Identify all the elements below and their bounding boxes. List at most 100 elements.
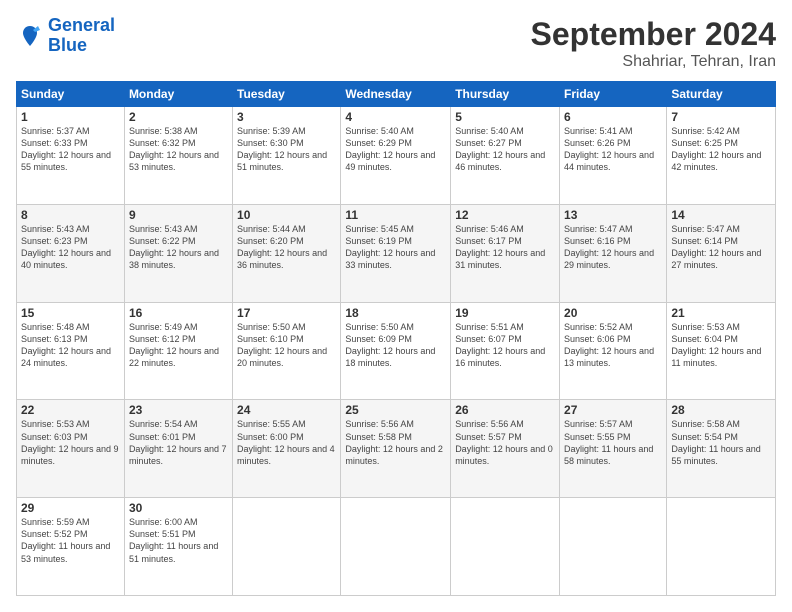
day-number: 25 [345,403,446,417]
calendar-cell: 6 Sunrise: 5:41 AMSunset: 6:26 PMDayligh… [560,107,667,205]
day-number: 3 [237,110,336,124]
day-info: Sunrise: 5:56 AMSunset: 5:58 PMDaylight:… [345,419,443,465]
day-info: Sunrise: 5:50 AMSunset: 6:09 PMDaylight:… [345,322,435,368]
calendar-cell: 14 Sunrise: 5:47 AMSunset: 6:14 PMDaylig… [667,204,776,302]
logo: General Blue [16,16,115,56]
day-info: Sunrise: 5:51 AMSunset: 6:07 PMDaylight:… [455,322,545,368]
day-number: 15 [21,306,120,320]
calendar-cell: 7 Sunrise: 5:42 AMSunset: 6:25 PMDayligh… [667,107,776,205]
calendar-cell [341,498,451,596]
day-info: Sunrise: 5:57 AMSunset: 5:55 PMDaylight:… [564,419,653,465]
day-info: Sunrise: 5:43 AMSunset: 6:23 PMDaylight:… [21,224,111,270]
day-info: Sunrise: 5:37 AMSunset: 6:33 PMDaylight:… [21,126,111,172]
day-number: 22 [21,403,120,417]
calendar-cell: 3 Sunrise: 5:39 AMSunset: 6:30 PMDayligh… [233,107,341,205]
calendar-cell: 2 Sunrise: 5:38 AMSunset: 6:32 PMDayligh… [124,107,232,205]
calendar-cell: 18 Sunrise: 5:50 AMSunset: 6:09 PMDaylig… [341,302,451,400]
day-info: Sunrise: 5:43 AMSunset: 6:22 PMDaylight:… [129,224,219,270]
day-number: 4 [345,110,446,124]
day-info: Sunrise: 5:55 AMSunset: 6:00 PMDaylight:… [237,419,335,465]
day-number: 29 [21,501,120,515]
day-number: 24 [237,403,336,417]
day-number: 6 [564,110,662,124]
calendar-cell: 9 Sunrise: 5:43 AMSunset: 6:22 PMDayligh… [124,204,232,302]
col-sunday: Sunday [17,82,125,107]
day-number: 18 [345,306,446,320]
logo-text: General Blue [48,16,115,56]
calendar-cell: 26 Sunrise: 5:56 AMSunset: 5:57 PMDaylig… [451,400,560,498]
week-row: 22 Sunrise: 5:53 AMSunset: 6:03 PMDaylig… [17,400,776,498]
calendar-cell: 29 Sunrise: 5:59 AMSunset: 5:52 PMDaylig… [17,498,125,596]
calendar-cell: 17 Sunrise: 5:50 AMSunset: 6:10 PMDaylig… [233,302,341,400]
calendar-cell [233,498,341,596]
week-row: 1 Sunrise: 5:37 AMSunset: 6:33 PMDayligh… [17,107,776,205]
day-info: Sunrise: 6:00 AMSunset: 5:51 PMDaylight:… [129,517,218,563]
day-number: 23 [129,403,228,417]
day-number: 17 [237,306,336,320]
day-number: 5 [455,110,555,124]
column-header-row: Sunday Monday Tuesday Wednesday Thursday… [17,82,776,107]
calendar-table: Sunday Monday Tuesday Wednesday Thursday… [16,81,776,596]
day-number: 27 [564,403,662,417]
day-number: 19 [455,306,555,320]
col-monday: Monday [124,82,232,107]
day-number: 12 [455,208,555,222]
calendar-cell: 20 Sunrise: 5:52 AMSunset: 6:06 PMDaylig… [560,302,667,400]
day-info: Sunrise: 5:52 AMSunset: 6:06 PMDaylight:… [564,322,654,368]
day-info: Sunrise: 5:41 AMSunset: 6:26 PMDaylight:… [564,126,654,172]
calendar-cell: 12 Sunrise: 5:46 AMSunset: 6:17 PMDaylig… [451,204,560,302]
day-info: Sunrise: 5:56 AMSunset: 5:57 PMDaylight:… [455,419,553,465]
day-number: 28 [671,403,771,417]
day-info: Sunrise: 5:38 AMSunset: 6:32 PMDaylight:… [129,126,219,172]
col-tuesday: Tuesday [233,82,341,107]
day-info: Sunrise: 5:53 AMSunset: 6:03 PMDaylight:… [21,419,119,465]
day-info: Sunrise: 5:58 AMSunset: 5:54 PMDaylight:… [671,419,760,465]
day-info: Sunrise: 5:47 AMSunset: 6:14 PMDaylight:… [671,224,761,270]
calendar-cell [451,498,560,596]
day-info: Sunrise: 5:59 AMSunset: 5:52 PMDaylight:… [21,517,110,563]
col-saturday: Saturday [667,82,776,107]
calendar-cell: 30 Sunrise: 6:00 AMSunset: 5:51 PMDaylig… [124,498,232,596]
day-info: Sunrise: 5:45 AMSunset: 6:19 PMDaylight:… [345,224,435,270]
col-wednesday: Wednesday [341,82,451,107]
calendar-cell: 28 Sunrise: 5:58 AMSunset: 5:54 PMDaylig… [667,400,776,498]
calendar-cell: 1 Sunrise: 5:37 AMSunset: 6:33 PMDayligh… [17,107,125,205]
calendar-cell: 10 Sunrise: 5:44 AMSunset: 6:20 PMDaylig… [233,204,341,302]
day-number: 8 [21,208,120,222]
title-block: September 2024 Shahriar, Tehran, Iran [531,16,776,71]
calendar-cell: 15 Sunrise: 5:48 AMSunset: 6:13 PMDaylig… [17,302,125,400]
day-number: 7 [671,110,771,124]
col-friday: Friday [560,82,667,107]
week-row: 29 Sunrise: 5:59 AMSunset: 5:52 PMDaylig… [17,498,776,596]
calendar-cell: 4 Sunrise: 5:40 AMSunset: 6:29 PMDayligh… [341,107,451,205]
location: Shahriar, Tehran, Iran [531,53,776,71]
day-info: Sunrise: 5:46 AMSunset: 6:17 PMDaylight:… [455,224,545,270]
week-row: 15 Sunrise: 5:48 AMSunset: 6:13 PMDaylig… [17,302,776,400]
logo-line1: General [48,15,115,35]
calendar-cell: 23 Sunrise: 5:54 AMSunset: 6:01 PMDaylig… [124,400,232,498]
day-number: 11 [345,208,446,222]
week-row: 8 Sunrise: 5:43 AMSunset: 6:23 PMDayligh… [17,204,776,302]
logo-icon [16,22,44,50]
day-info: Sunrise: 5:53 AMSunset: 6:04 PMDaylight:… [671,322,761,368]
day-info: Sunrise: 5:40 AMSunset: 6:29 PMDaylight:… [345,126,435,172]
day-number: 1 [21,110,120,124]
day-info: Sunrise: 5:44 AMSunset: 6:20 PMDaylight:… [237,224,327,270]
calendar-cell: 5 Sunrise: 5:40 AMSunset: 6:27 PMDayligh… [451,107,560,205]
day-info: Sunrise: 5:40 AMSunset: 6:27 PMDaylight:… [455,126,545,172]
month-title: September 2024 [531,16,776,53]
calendar-cell [667,498,776,596]
header: General Blue September 2024 Shahriar, Te… [16,16,776,71]
day-info: Sunrise: 5:54 AMSunset: 6:01 PMDaylight:… [129,419,227,465]
day-number: 13 [564,208,662,222]
calendar-cell: 25 Sunrise: 5:56 AMSunset: 5:58 PMDaylig… [341,400,451,498]
day-info: Sunrise: 5:47 AMSunset: 6:16 PMDaylight:… [564,224,654,270]
day-number: 2 [129,110,228,124]
day-number: 30 [129,501,228,515]
day-number: 9 [129,208,228,222]
calendar-cell: 21 Sunrise: 5:53 AMSunset: 6:04 PMDaylig… [667,302,776,400]
calendar-cell: 11 Sunrise: 5:45 AMSunset: 6:19 PMDaylig… [341,204,451,302]
day-number: 16 [129,306,228,320]
day-number: 20 [564,306,662,320]
calendar-cell: 16 Sunrise: 5:49 AMSunset: 6:12 PMDaylig… [124,302,232,400]
